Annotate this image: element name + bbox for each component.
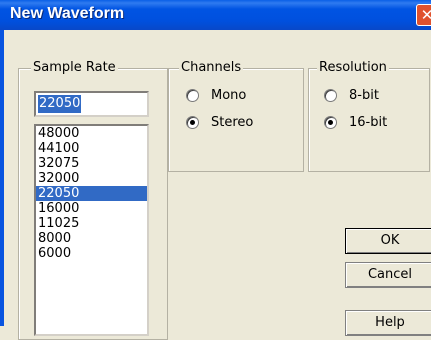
list-item[interactable]: 32000 bbox=[36, 171, 147, 186]
sample-rate-label: Sample Rate bbox=[31, 60, 118, 75]
ok-button[interactable]: OK bbox=[345, 228, 431, 254]
radio-16bit-label: 16-bit bbox=[349, 115, 388, 130]
resolution-label: Resolution bbox=[317, 60, 389, 75]
help-button[interactable]: Help bbox=[345, 310, 431, 336]
list-item[interactable]: 32075 bbox=[36, 156, 147, 171]
radio-unchecked-icon bbox=[324, 89, 337, 102]
radio-mono-label: Mono bbox=[211, 88, 247, 103]
close-icon[interactable]: ✕ bbox=[416, 4, 431, 26]
list-item[interactable]: 11025 bbox=[36, 216, 147, 231]
radio-stereo[interactable]: Stereo bbox=[186, 115, 253, 130]
list-item[interactable]: 48000 bbox=[36, 126, 147, 141]
list-item[interactable]: 8000 bbox=[36, 231, 147, 246]
cancel-button[interactable]: Cancel bbox=[345, 262, 431, 288]
list-item-selected[interactable]: 22050 bbox=[36, 186, 147, 201]
radio-checked-icon bbox=[324, 116, 337, 129]
title-bar[interactable]: New Waveform ✕ bbox=[0, 0, 431, 30]
list-item[interactable]: 6000 bbox=[36, 246, 147, 261]
radio-8bit-label: 8-bit bbox=[349, 88, 379, 103]
radio-mono[interactable]: Mono bbox=[186, 88, 246, 103]
radio-stereo-label: Stereo bbox=[211, 115, 254, 130]
radio-16bit[interactable]: 16-bit bbox=[324, 115, 387, 130]
radio-checked-icon bbox=[186, 116, 199, 129]
radio-8bit[interactable]: 8-bit bbox=[324, 88, 379, 103]
sample-rate-input-value: 22050 bbox=[38, 95, 82, 113]
list-item[interactable]: 44100 bbox=[36, 141, 147, 156]
window-title: New Waveform bbox=[10, 5, 125, 22]
list-item[interactable]: 16000 bbox=[36, 201, 147, 216]
sample-rate-list[interactable]: 48000 44100 32075 32000 22050 16000 1102… bbox=[34, 124, 149, 336]
channels-label: Channels bbox=[179, 60, 244, 75]
sample-rate-input[interactable]: 22050 bbox=[34, 91, 149, 117]
window-frame bbox=[0, 30, 4, 326]
radio-unchecked-icon bbox=[186, 89, 199, 102]
